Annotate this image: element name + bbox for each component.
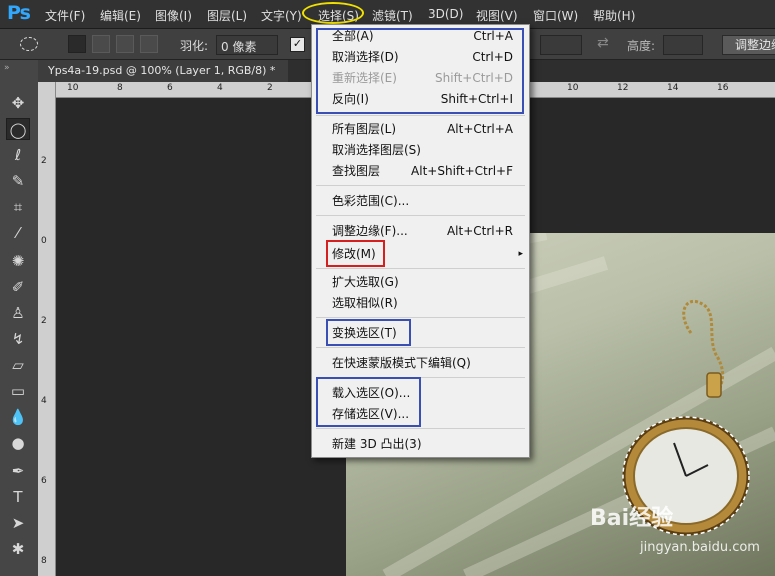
- feather-label: 羽化:: [180, 39, 209, 53]
- move-tool-icon[interactable]: ✥: [6, 92, 30, 114]
- ruler-label: 0: [41, 236, 47, 246]
- menu-edit[interactable]: 编辑(E): [100, 7, 141, 24]
- menu-item-refine-edge[interactable]: 调整边缘(F)...: [332, 221, 408, 241]
- menu-filter[interactable]: 滤镜(T): [372, 7, 413, 24]
- swap-icon[interactable]: ⇄: [597, 35, 609, 51]
- menu-item-grow[interactable]: 扩大选取(G): [332, 272, 399, 292]
- document-tab-title: Yps4a-19.psd @ 100% (Layer 1, RGB/8) *: [48, 64, 276, 77]
- height-label: 高度:: [627, 39, 656, 53]
- refine-edge-button[interactable]: 调整边缘: [722, 35, 775, 55]
- menu-item-color-range[interactable]: 色彩范围(C)...: [332, 191, 409, 211]
- pen-tool-icon[interactable]: ✒: [6, 460, 30, 482]
- menu-item-all-layers[interactable]: 所有图层(L): [332, 119, 396, 139]
- menu-view[interactable]: 视图(V): [476, 7, 518, 24]
- ruler-label: 16: [717, 83, 729, 93]
- ruler-label: 2: [41, 316, 47, 326]
- menu-separator: [316, 268, 525, 269]
- highlight-box-red: [326, 240, 385, 267]
- highlight-box-blue: [326, 319, 411, 346]
- baidu-watermark-url: jingyan.baidu.com: [640, 540, 760, 555]
- ruler-label: 12: [617, 83, 629, 93]
- baidu-watermark: Bai经验: [590, 506, 674, 531]
- photoshop-logo: Ps: [7, 2, 31, 24]
- spot-healing-tool-icon[interactable]: ✺: [6, 250, 30, 272]
- highlight-box-blue: [316, 377, 421, 427]
- menu-separator: [316, 215, 525, 216]
- feather-input[interactable]: 0 像素: [216, 35, 278, 55]
- ruler-label: 6: [167, 83, 173, 93]
- ruler-label: 14: [667, 83, 679, 93]
- menu-image[interactable]: 图像(I): [155, 7, 192, 24]
- menu-separator: [316, 185, 525, 186]
- gradient-tool-icon[interactable]: ▭: [6, 380, 30, 402]
- ruler-label: 10: [67, 83, 79, 93]
- ruler-label: 10: [567, 83, 579, 93]
- tools-panel: » ✥ ◯ ℓ ✎ ⌗ ⁄ ✺ ✐ ♙ ↯ ▱ ▭ 💧 ● ✒ T ➤ ✱: [0, 60, 39, 576]
- height-input[interactable]: [663, 35, 703, 55]
- menu-layer[interactable]: 图层(L): [207, 7, 247, 24]
- blur-tool-icon[interactable]: 💧: [6, 406, 30, 428]
- menu-window[interactable]: 窗口(W): [533, 7, 578, 24]
- menu-item-new-3d-extrusion[interactable]: 新建 3D 凸出(3): [332, 434, 422, 454]
- ruler-label: 8: [117, 83, 123, 93]
- ruler-label: 2: [267, 83, 273, 93]
- menu-item-quick-mask[interactable]: 在快速蒙版模式下编辑(Q): [332, 353, 471, 373]
- intersect-selection-button[interactable]: [140, 35, 158, 53]
- menu-separator: [316, 317, 525, 318]
- new-selection-button[interactable]: [68, 35, 86, 53]
- ellipse-marquee-icon[interactable]: [20, 37, 38, 51]
- crop-tool-icon[interactable]: ⌗: [6, 196, 30, 218]
- custom-shape-tool-icon[interactable]: ✱: [6, 538, 30, 560]
- collapse-panel-icon[interactable]: »: [4, 63, 10, 73]
- menu-help[interactable]: 帮助(H): [593, 7, 635, 24]
- highlight-box-blue: [316, 28, 524, 114]
- menu-file[interactable]: 文件(F): [45, 7, 85, 24]
- menu-3d[interactable]: 3D(D): [428, 7, 463, 21]
- menu-type[interactable]: 文字(Y): [261, 7, 302, 24]
- clone-stamp-tool-icon[interactable]: ♙: [6, 302, 30, 324]
- add-to-selection-button[interactable]: [92, 35, 110, 53]
- select-menu-highlight-circle: [302, 2, 364, 24]
- dodge-tool-icon[interactable]: ●: [6, 432, 30, 454]
- select-menu-dropdown: 全部(A) Ctrl+A 取消选择(D) Ctrl+D 重新选择(E) Shif…: [311, 24, 530, 458]
- menu-separator: [316, 428, 525, 429]
- quick-selection-tool-icon[interactable]: ✎: [6, 170, 30, 192]
- anti-alias-checkbox[interactable]: ✓: [290, 37, 305, 52]
- type-tool-icon[interactable]: T: [6, 486, 30, 508]
- submenu-arrow-icon: ▸: [518, 249, 523, 259]
- lasso-tool-icon[interactable]: ℓ: [6, 144, 30, 166]
- history-brush-tool-icon[interactable]: ↯: [6, 328, 30, 350]
- shortcut: Alt+Ctrl+R: [446, 224, 513, 238]
- ruler-label: 6: [41, 476, 47, 486]
- ruler-label: 4: [217, 83, 223, 93]
- elliptical-marquee-tool-icon[interactable]: ◯: [6, 118, 30, 140]
- shortcut: Alt+Ctrl+A: [447, 122, 513, 136]
- ruler-label: 8: [41, 556, 47, 566]
- width-input[interactable]: [540, 35, 582, 55]
- path-selection-tool-icon[interactable]: ➤: [6, 512, 30, 534]
- menu-item-similar[interactable]: 选取相似(R): [332, 293, 398, 313]
- brush-tool-icon[interactable]: ✐: [6, 276, 30, 298]
- shortcut: Alt+Shift+Ctrl+F: [411, 164, 513, 178]
- menu-item-deselect-layers[interactable]: 取消选择图层(S): [332, 140, 421, 160]
- eyedropper-tool-icon[interactable]: ⁄: [6, 222, 30, 244]
- document-tab[interactable]: Yps4a-19.psd @ 100% (Layer 1, RGB/8) * ×: [38, 60, 296, 82]
- ruler-label: 4: [41, 396, 47, 406]
- menu-separator: [316, 347, 525, 348]
- menu-separator: [316, 115, 525, 116]
- vertical-ruler: 2 0 2 4 6 8: [38, 82, 56, 576]
- ruler-label: 2: [41, 156, 47, 166]
- menu-item-find-layers[interactable]: 查找图层: [332, 161, 380, 181]
- eraser-tool-icon[interactable]: ▱: [6, 354, 30, 376]
- subtract-selection-button[interactable]: [116, 35, 134, 53]
